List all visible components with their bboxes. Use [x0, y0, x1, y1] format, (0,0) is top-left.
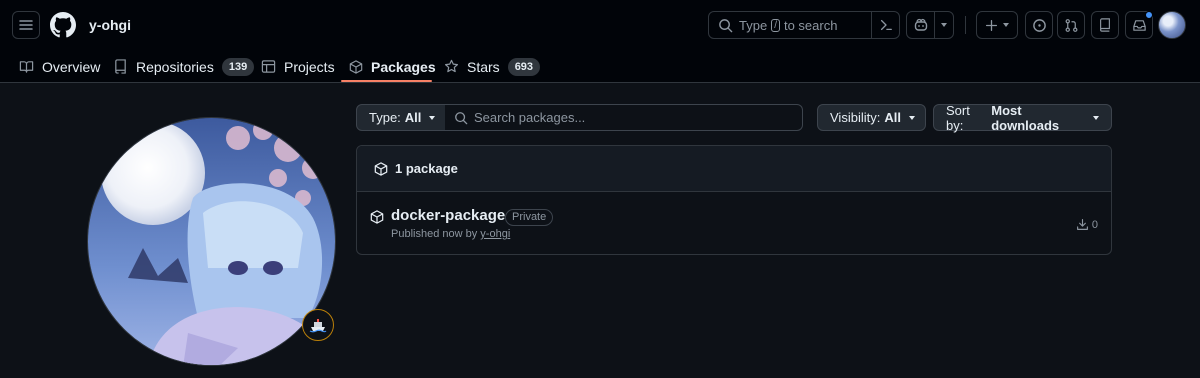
visibility-filter-dropdown[interactable]: Visibility: All	[817, 104, 926, 131]
active-tab-indicator	[341, 80, 432, 82]
table-icon	[261, 59, 276, 74]
chevron-down-icon	[941, 23, 947, 27]
search-icon	[718, 18, 733, 33]
visibility-filter-value: All	[884, 110, 901, 125]
stars-count-badge: 693	[507, 57, 541, 76]
type-filter-label: Type:	[369, 110, 401, 125]
notification-indicator	[1145, 11, 1153, 19]
package-search-input[interactable]	[474, 110, 774, 125]
git-pull-request-icon	[1065, 18, 1077, 32]
packages-list: 1 package docker-package Private Publish…	[356, 145, 1112, 255]
package-icon	[374, 161, 388, 176]
status-emoji-button[interactable]	[302, 309, 334, 341]
search-suffix: to search	[783, 17, 838, 33]
chevron-down-icon	[1093, 115, 1099, 120]
tab-repositories[interactable]: Repositories 139	[113, 50, 255, 83]
pull-requests-button[interactable]	[1057, 11, 1085, 39]
issues-button[interactable]	[1025, 11, 1053, 39]
package-search-field	[445, 104, 803, 131]
package-icon	[370, 210, 384, 224]
repositories-count-badge: 139	[221, 57, 255, 76]
packages-list-header: 1 package	[357, 146, 1111, 192]
tab-label: Packages	[371, 58, 436, 75]
repositories-button[interactable]	[1091, 11, 1119, 39]
app-header: y-ohgi Type / to search Overview Reposit…	[0, 0, 1200, 83]
top-bar: y-ohgi Type / to search	[0, 0, 1200, 50]
package-icon	[349, 59, 363, 74]
profile-nav: Overview Repositories 139 Projects Packa…	[0, 50, 1200, 83]
download-icon	[1076, 219, 1088, 230]
chevron-down-icon	[429, 115, 436, 120]
command-palette-button[interactable]	[871, 11, 899, 39]
publisher-link[interactable]: y-ohgi	[480, 228, 510, 240]
user-avatar-button[interactable]	[1158, 11, 1186, 39]
tab-projects[interactable]: Projects	[261, 50, 335, 83]
copilot-dropdown-button[interactable]	[935, 12, 953, 38]
create-new-button[interactable]	[976, 11, 1018, 39]
package-meta: Published now by y-ohgi	[391, 228, 510, 240]
star-icon	[444, 59, 459, 74]
type-filter-value: All	[404, 110, 422, 125]
repo-icon	[1100, 18, 1110, 32]
tab-stars[interactable]: Stars 693	[444, 50, 541, 83]
sort-label: Sort by:	[946, 102, 970, 133]
chevron-down-icon	[908, 115, 915, 120]
copilot-button-group	[906, 11, 954, 39]
tab-label: Projects	[284, 58, 335, 75]
hamburger-icon	[19, 20, 33, 30]
sort-dropdown[interactable]: Sort by: Most downloads	[933, 102, 1112, 133]
search-prefix: Type	[739, 17, 768, 33]
plus-icon	[985, 19, 998, 31]
published-text: Published now by	[391, 228, 478, 240]
issue-opened-icon	[1032, 18, 1046, 32]
package-name-link[interactable]: docker-package	[391, 207, 505, 224]
book-icon	[19, 59, 34, 74]
copilot-icon	[914, 18, 927, 31]
hamburger-menu-button[interactable]	[12, 11, 40, 39]
download-count-value: 0	[1091, 218, 1098, 231]
sort-value: Most downloads	[991, 102, 1060, 133]
repo-icon	[113, 59, 128, 74]
visibility-badge: Private	[505, 209, 554, 226]
search-shortcut-key: /	[771, 18, 780, 32]
tab-label: Stars	[467, 58, 500, 75]
tab-overview[interactable]: Overview	[19, 50, 100, 83]
terminal-icon	[880, 19, 892, 31]
github-logo-icon[interactable]	[50, 12, 76, 38]
tab-label: Repositories	[136, 58, 214, 75]
search-icon	[454, 111, 468, 125]
tab-label: Overview	[42, 58, 101, 75]
package-count: 1 package	[395, 161, 458, 176]
global-search-input[interactable]: Type / to search	[708, 11, 900, 39]
visibility-filter-label: Visibility:	[830, 110, 881, 125]
list-item: docker-package Private Published now by …	[357, 192, 1111, 254]
ship-icon	[309, 319, 327, 333]
download-count: 0	[1076, 218, 1098, 231]
owner-name[interactable]: y-ohgi	[89, 17, 131, 33]
copilot-button[interactable]	[907, 12, 935, 38]
type-filter-dropdown[interactable]: Type: All	[356, 104, 446, 131]
divider	[965, 16, 966, 34]
inbox-icon	[1132, 19, 1146, 31]
tab-packages[interactable]: Packages	[349, 50, 436, 83]
chevron-down-icon	[1003, 23, 1009, 27]
profile-avatar[interactable]	[87, 117, 336, 366]
